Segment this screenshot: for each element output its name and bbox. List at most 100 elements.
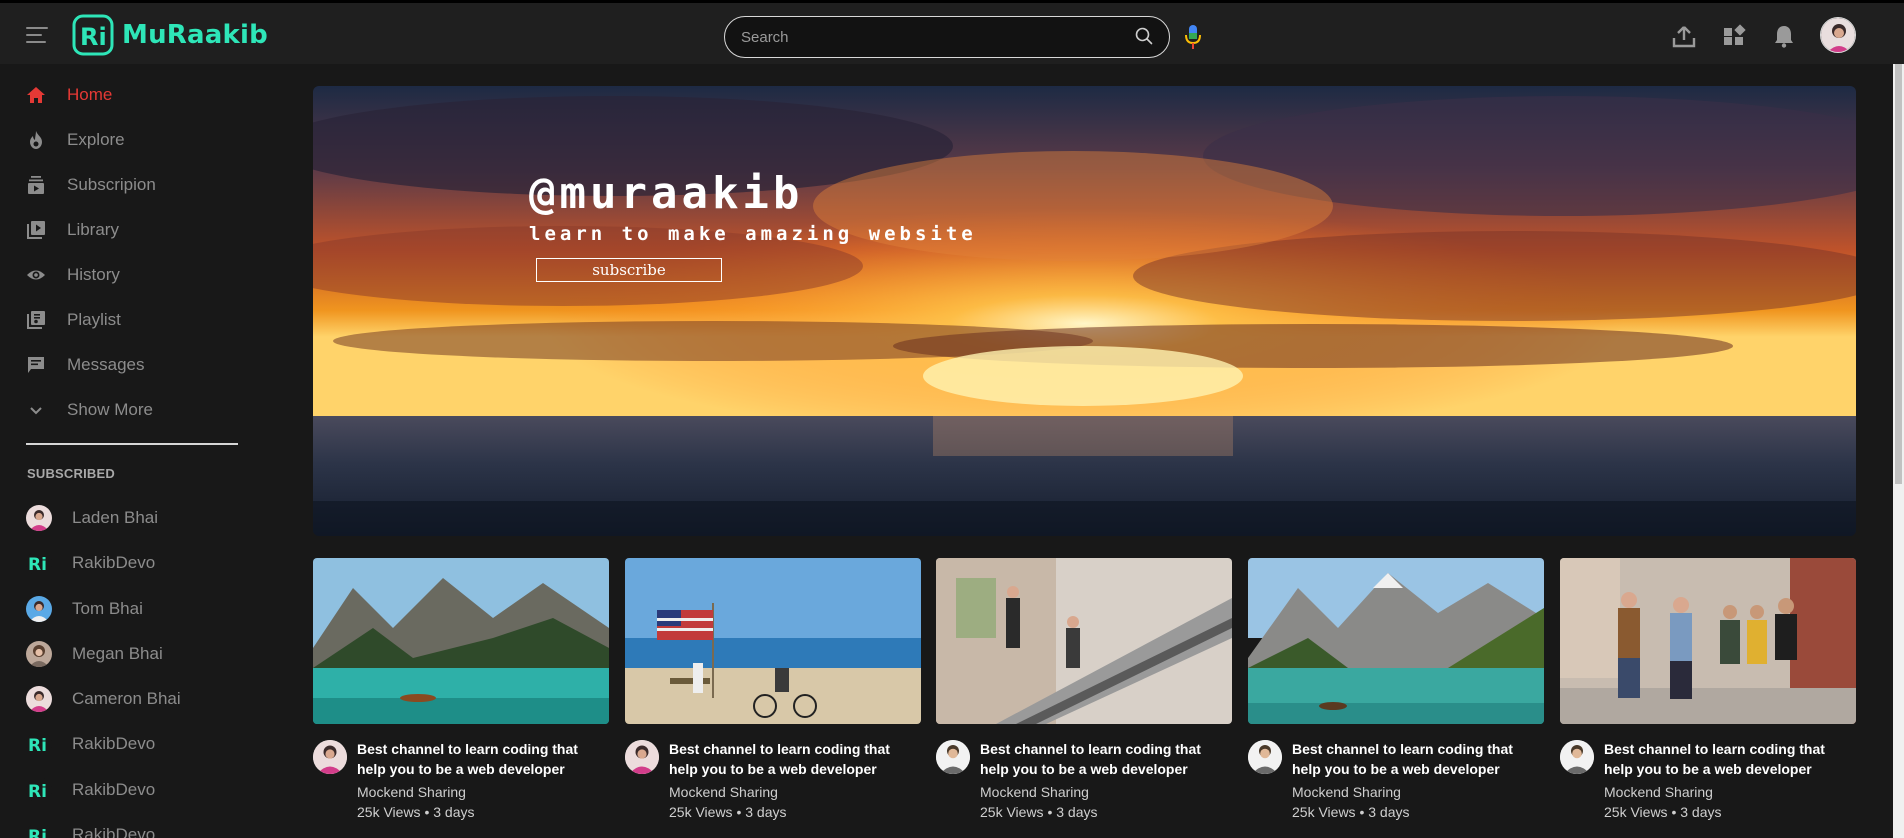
subscriptions-icon — [28, 176, 44, 194]
playlist-icon — [27, 311, 45, 329]
video-title[interactable]: Best channel to learn coding that help y… — [669, 739, 919, 779]
video-title[interactable]: Best channel to learn coding that help y… — [357, 739, 607, 779]
sidebar-item-home[interactable]: Home — [0, 75, 256, 115]
banner-title: @muraakib — [529, 168, 804, 219]
user-avatar-icon — [1821, 18, 1855, 52]
search-bar — [724, 16, 1170, 58]
subscription-item[interactable]: Megan Bhai — [0, 633, 256, 673]
channel-name[interactable]: Mockend Sharing — [357, 784, 466, 800]
sidebar-item-label: Subscripion — [67, 175, 156, 194]
video-thumbnail[interactable] — [936, 558, 1232, 724]
channel-avatar: Ri — [26, 777, 52, 803]
subscription-item[interactable]: Ri RakibDevo — [0, 723, 256, 763]
video-card[interactable]: Best channel to learn coding that help y… — [1248, 558, 1544, 838]
channel-name[interactable]: Mockend Sharing — [1604, 784, 1713, 800]
svg-text:Ri: Ri — [80, 23, 107, 51]
channel-banner: @muraakib Learn to make amazing website … — [313, 86, 1856, 536]
scrollbar-thumb[interactable] — [1895, 64, 1902, 484]
hamburger-menu-icon[interactable] — [26, 27, 48, 45]
video-meta: 25k Views • 3 days — [1604, 804, 1722, 820]
svg-text:Ri: Ri — [28, 827, 47, 838]
notification-bell-icon[interactable] — [1771, 23, 1797, 49]
video-thumbnail[interactable] — [1560, 558, 1856, 724]
video-meta: 25k Views • 3 days — [669, 804, 787, 820]
library-icon — [27, 221, 45, 239]
sidebar-item-explore[interactable]: Explore — [0, 120, 256, 160]
svg-text:Ri: Ri — [28, 555, 47, 575]
subscription-item[interactable]: Ri RakibDevo — [0, 814, 256, 838]
escalator-thumbnail — [936, 558, 1232, 724]
video-card[interactable]: Best channel to learn coding that help y… — [625, 558, 921, 838]
sidebar: Home Explore Subscripion Library History… — [0, 64, 256, 838]
sidebar-item-label: Playlist — [67, 310, 121, 329]
video-title[interactable]: Best channel to learn coding that help y… — [1292, 739, 1542, 779]
video-title[interactable]: Best channel to learn coding that help y… — [980, 739, 1230, 779]
user-avatar[interactable] — [1820, 17, 1856, 53]
video-meta: 25k Views • 3 days — [1292, 804, 1410, 820]
sidebar-item-playlist[interactable]: Playlist — [0, 300, 256, 340]
page-scrollbar[interactable] — [1893, 64, 1904, 838]
svg-text:Ri: Ri — [28, 736, 47, 756]
home-icon — [27, 87, 45, 103]
top-bar: Ri MuRaakib — [0, 0, 1904, 64]
sidebar-item-label: Explore — [67, 130, 125, 149]
video-thumbnail[interactable] — [625, 558, 921, 724]
logo[interactable]: Ri MuRaakib — [72, 14, 268, 56]
svg-text:Ri: Ri — [28, 782, 47, 802]
beach-flag-thumbnail — [625, 558, 921, 724]
sidebar-divider — [26, 443, 238, 445]
subscription-item[interactable]: Tom Bhai — [0, 588, 256, 628]
sidebar-item-messages[interactable]: Messages — [0, 345, 256, 385]
sidebar-item-library[interactable]: Library — [0, 210, 256, 250]
sidebar-item-label: Messages — [67, 355, 145, 374]
channel-name: RakibDevo — [72, 553, 156, 572]
video-thumbnail[interactable] — [313, 558, 609, 724]
channel-avatar: Ri — [26, 550, 52, 576]
sidebar-item-label: Library — [67, 220, 119, 239]
friends-walking-thumbnail — [1560, 558, 1856, 724]
chat-icon — [28, 357, 44, 373]
sidebar-item-history[interactable]: History — [0, 255, 256, 295]
channel-name: Megan Bhai — [72, 644, 163, 663]
chevron-down-icon — [30, 407, 42, 415]
subscription-item[interactable]: Ri RakibDevo — [0, 542, 256, 582]
upload-icon[interactable] — [1671, 23, 1697, 49]
channel-avatar — [625, 740, 659, 774]
show-more-button[interactable]: Show More — [0, 390, 256, 430]
sidebar-item-label: History — [67, 265, 120, 284]
subscribed-heading: SUBSCRIBED — [27, 466, 115, 481]
channel-name: Laden Bhai — [72, 508, 159, 527]
video-title[interactable]: Best channel to learn coding that help y… — [1604, 739, 1854, 779]
subscription-item[interactable]: Ri RakibDevo — [0, 769, 256, 809]
channel-name: Tom Bhai — [72, 599, 143, 618]
channel-avatar — [936, 740, 970, 774]
apps-icon[interactable] — [1721, 23, 1747, 49]
subscription-item[interactable]: Laden Bhai — [0, 497, 256, 537]
microphone-icon[interactable] — [1184, 23, 1202, 51]
channel-name: Cameron Bhai — [72, 689, 181, 708]
search-input[interactable] — [741, 26, 1121, 48]
video-card[interactable]: Best channel to learn coding that help y… — [313, 558, 609, 838]
brand-name: MuRaakib — [122, 20, 268, 50]
channel-avatar — [26, 505, 52, 531]
sidebar-item-label: Show More — [67, 400, 153, 419]
subscription-item[interactable]: Cameron Bhai — [0, 678, 256, 718]
channel-avatar — [1560, 740, 1594, 774]
channel-name[interactable]: Mockend Sharing — [669, 784, 778, 800]
video-thumbnail[interactable] — [1248, 558, 1544, 724]
search-icon[interactable] — [1135, 27, 1153, 45]
channel-avatar: Ri — [26, 822, 52, 838]
channel-name[interactable]: Mockend Sharing — [1292, 784, 1401, 800]
channel-avatar — [26, 641, 52, 667]
eye-icon — [27, 270, 45, 280]
channel-name: RakibDevo — [72, 734, 156, 753]
video-card[interactable]: Best channel to learn coding that help y… — [1560, 558, 1856, 838]
channel-avatar — [26, 596, 52, 622]
channel-name[interactable]: Mockend Sharing — [980, 784, 1089, 800]
sidebar-item-subscription[interactable]: Subscripion — [0, 165, 256, 205]
channel-name: RakibDevo — [72, 780, 156, 799]
channel-avatar: Ri — [26, 731, 52, 757]
video-card[interactable]: Best channel to learn coding that help y… — [936, 558, 1232, 838]
channel-avatar — [26, 686, 52, 712]
subscribe-button[interactable]: subscribe — [536, 258, 722, 282]
